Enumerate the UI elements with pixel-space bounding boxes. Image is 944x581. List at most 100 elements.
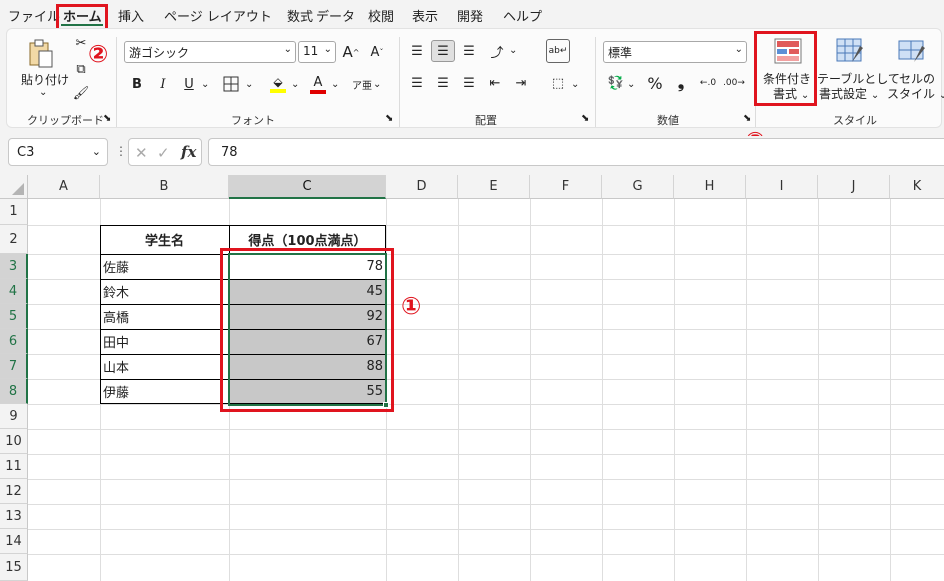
fill-color-dropdown-icon[interactable]: ⌄ [291, 79, 299, 90]
align-left-icon[interactable]: ☰ [407, 73, 427, 93]
comma-button[interactable]: ❟ [671, 73, 691, 93]
row-header-2[interactable]: 2 [0, 225, 28, 254]
table-header-name[interactable]: 学生名 [100, 225, 229, 254]
column-header-e[interactable]: E [458, 175, 530, 199]
tab-data[interactable]: データ [316, 6, 355, 25]
decrease-decimal-icon[interactable]: .00→ [723, 73, 745, 93]
shrink-font-icon[interactable]: Aˇ [367, 41, 387, 63]
enter-icon[interactable]: ✓ [157, 144, 170, 162]
column-header-d[interactable]: D [386, 175, 458, 199]
insert-function-button[interactable]: fx [181, 143, 196, 161]
align-top-icon[interactable]: ☰ [407, 41, 427, 61]
cut-icon[interactable]: ✂ [73, 35, 89, 51]
tab-insert[interactable]: 挿入 [118, 6, 144, 25]
font-color-dropdown-icon[interactable]: ⌄ [331, 79, 339, 90]
number-launcher-icon[interactable]: ⬊ [743, 113, 751, 124]
font-launcher-icon[interactable]: ⬊ [385, 113, 393, 124]
clipboard-launcher-icon[interactable]: ⬊ [103, 113, 111, 124]
percent-button[interactable]: % [645, 73, 665, 93]
row-header-7[interactable]: 7 [0, 354, 28, 379]
borders-dropdown-icon[interactable]: ⌄ [245, 79, 253, 90]
column-header-g[interactable]: G [602, 175, 674, 199]
formula-bar-menu-icon[interactable]: ⋮ [115, 144, 127, 158]
worksheet-grid[interactable]: A B C D E F G H I J K 1 2 3 4 5 6 7 8 9 … [0, 175, 944, 581]
tab-developer[interactable]: 開発 [457, 6, 483, 25]
cell-name[interactable]: 佐藤 [103, 254, 129, 279]
row-header-14[interactable]: 14 [0, 529, 28, 554]
format-as-table-icon[interactable] [835, 37, 865, 65]
row-header-15[interactable]: 15 [0, 554, 28, 581]
font-color-icon[interactable]: A [307, 73, 329, 95]
column-header-c[interactable]: C [229, 175, 386, 199]
formula-input[interactable]: 78 [208, 138, 944, 166]
font-size-combo[interactable]: 11 ⌄ [298, 41, 336, 63]
column-header-a[interactable]: A [28, 175, 100, 199]
cell-styles-icon[interactable] [897, 37, 927, 65]
tab-view[interactable]: 表示 [412, 6, 438, 25]
currency-dropdown-icon[interactable]: ⌄ [627, 79, 635, 90]
fill-color-icon[interactable]: ⬙ [267, 73, 289, 95]
orientation-dropdown-icon[interactable]: ⌄ [509, 45, 517, 56]
column-header-b[interactable]: B [100, 175, 229, 199]
grow-font-icon[interactable]: A ^ [341, 41, 361, 63]
row-header-8[interactable]: 8 [0, 379, 28, 404]
alignment-launcher-icon[interactable]: ⬊ [581, 113, 589, 124]
row-header-4[interactable]: 4 [0, 279, 28, 304]
name-box[interactable]: C3 ⌄ [8, 138, 108, 166]
borders-icon[interactable] [219, 73, 243, 95]
cell-name[interactable]: 高橋 [103, 304, 129, 329]
row-header-5[interactable]: 5 [0, 304, 28, 329]
tab-page-layout[interactable]: ページ レイアウト [164, 6, 272, 25]
row-header-10[interactable]: 10 [0, 429, 28, 454]
tab-file[interactable]: ファイル [8, 6, 60, 25]
row-header-6[interactable]: 6 [0, 329, 28, 354]
align-right-icon[interactable]: ☰ [459, 73, 479, 93]
tab-help[interactable]: ヘルプ [503, 6, 542, 25]
paste-icon[interactable] [25, 37, 57, 71]
decrease-indent-icon[interactable]: ⇤ [485, 73, 505, 93]
row-header-13[interactable]: 13 [0, 504, 28, 529]
merge-dropdown-icon[interactable]: ⌄ [571, 79, 579, 90]
column-header-f[interactable]: F [530, 175, 602, 199]
increase-decimal-icon[interactable]: ←.0 [697, 73, 719, 93]
cell-name[interactable]: 伊藤 [103, 379, 129, 404]
paste-label[interactable]: 貼り付け [21, 71, 69, 88]
tab-review[interactable]: 校閲 [368, 6, 394, 25]
paste-dropdown-icon[interactable]: ⌄ [39, 87, 47, 98]
align-center-icon[interactable]: ☰ [433, 73, 453, 93]
merge-center-icon[interactable]: ⬚ [547, 73, 569, 93]
gridline [28, 479, 944, 480]
row-header-11[interactable]: 11 [0, 454, 28, 479]
column-header-k[interactable]: K [890, 175, 944, 199]
phonetic-dropdown-icon[interactable]: ⌄ [373, 79, 381, 90]
cell-name[interactable]: 鈴木 [103, 279, 129, 304]
format-as-table-label-2[interactable]: 書式設定 ⌄ [819, 85, 879, 102]
column-header-i[interactable]: I [746, 175, 818, 199]
row-header-1[interactable]: 1 [0, 199, 28, 225]
currency-icon[interactable]: 💱 [605, 73, 627, 93]
column-header-j[interactable]: J [818, 175, 890, 199]
number-format-combo[interactable]: 標準 ⌄ [603, 41, 747, 63]
row-header-9[interactable]: 9 [0, 404, 28, 429]
cell-name[interactable]: 山本 [103, 354, 129, 379]
italic-button[interactable]: I [153, 73, 173, 95]
align-middle-icon[interactable]: ☰ [431, 40, 455, 62]
row-header-12[interactable]: 12 [0, 479, 28, 504]
column-header-h[interactable]: H [674, 175, 746, 199]
cell-name[interactable]: 田中 [103, 329, 129, 354]
font-name-combo[interactable]: 游ゴシック ⌄ [124, 41, 296, 63]
cancel-icon[interactable]: ✕ [135, 144, 148, 162]
bold-button[interactable]: B [127, 73, 147, 95]
underline-dropdown-icon[interactable]: ⌄ [201, 79, 209, 90]
increase-indent-icon[interactable]: ⇥ [511, 73, 531, 93]
wrap-text-icon[interactable]: ab↵ [546, 39, 570, 63]
row-header-3[interactable]: 3 [0, 254, 28, 279]
phonetic-icon[interactable]: ア亜 [351, 73, 373, 95]
orientation-icon[interactable]: ⤴ [485, 41, 509, 61]
format-painter-icon[interactable]: 🖌 [71, 85, 91, 101]
tab-formulas[interactable]: 数式 [287, 6, 313, 25]
cell-styles-label-2[interactable]: スタイル ⌄ [887, 85, 944, 102]
underline-button[interactable]: U [179, 73, 199, 95]
select-all-corner[interactable] [0, 175, 28, 199]
align-bottom-icon[interactable]: ☰ [459, 41, 479, 61]
